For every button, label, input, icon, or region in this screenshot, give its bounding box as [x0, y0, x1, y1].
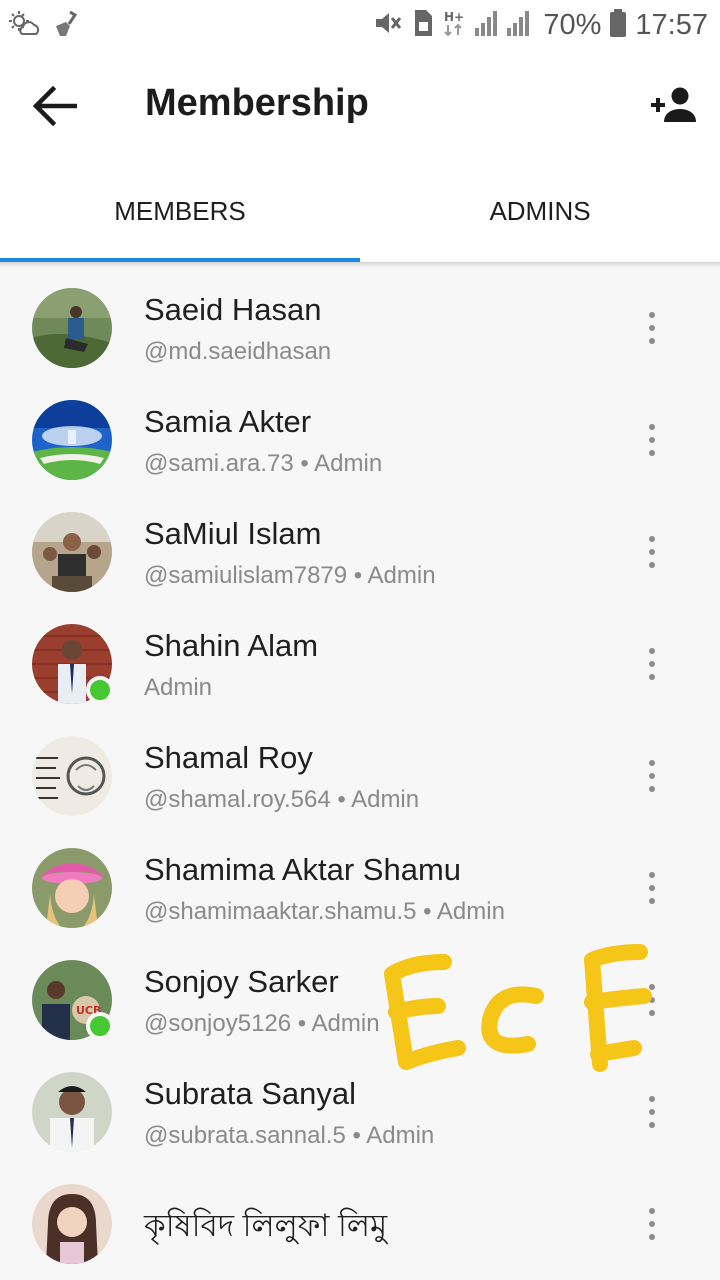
battery-icon: [609, 8, 627, 43]
more-vert-icon: [649, 760, 655, 766]
signal-icon: [473, 8, 535, 43]
member-name: Saeid Hasan: [144, 292, 322, 327]
member-row[interactable]: কৃষিবিদ লিলুফা লিমু: [0, 1168, 720, 1280]
member-username: @shamimaaktar.shamu.5 • Admin: [144, 898, 505, 925]
member-username: @md.saeidhasan: [144, 338, 332, 365]
member-username: @sonjoy5126 • Admin: [144, 1010, 380, 1037]
sim-icon: [411, 8, 435, 43]
member-name: Sonjoy Sarker: [144, 964, 339, 999]
add-member-button[interactable]: [642, 74, 706, 138]
member-name: কৃষিবিদ লিলুফা লিমু: [144, 1208, 388, 1243]
member-username: @subrata.sannal.5 • Admin: [144, 1122, 435, 1149]
clock: 17:57: [635, 9, 708, 41]
ece-watermark: [384, 944, 652, 1072]
more-vert-icon: [649, 424, 655, 430]
member-username: @sami.ara.73 • Admin: [144, 450, 383, 477]
more-options-button[interactable]: [636, 1204, 668, 1244]
more-options-button[interactable]: [636, 868, 668, 908]
mute-icon: [373, 8, 403, 43]
member-name: Shamima Aktar Shamu: [144, 852, 462, 887]
avatar: [32, 288, 112, 368]
more-vert-icon: [649, 1208, 655, 1214]
avatar: [32, 848, 112, 928]
online-indicator: [86, 1012, 114, 1040]
member-row[interactable]: Saeid Hasan @md.saeidhasan: [0, 272, 720, 384]
more-vert-icon: [649, 312, 655, 318]
avatar: [32, 1072, 112, 1152]
member-list: Saeid Hasan @md.saeidhasan Samia Akter @…: [0, 272, 720, 1280]
member-username: @shamal.roy.564 • Admin: [144, 786, 420, 813]
avatar: [32, 1184, 112, 1264]
member-row[interactable]: Shamima Aktar Shamu @shamimaaktar.shamu.…: [0, 832, 720, 944]
more-options-button[interactable]: [636, 644, 668, 684]
tab-bar: MEMBERS ADMINS: [0, 160, 720, 262]
more-vert-icon: [649, 872, 655, 878]
member-name: Samia Akter: [144, 404, 312, 439]
member-username: Admin: [144, 674, 213, 701]
weather-icon: [8, 10, 42, 43]
status-bar: H+ 70% 17:57: [0, 0, 720, 52]
svg-text:H+: H+: [444, 10, 464, 24]
more-options-button[interactable]: [636, 532, 668, 572]
avatar: [32, 736, 112, 816]
avatar: [32, 512, 112, 592]
back-button[interactable]: [22, 74, 86, 138]
member-row[interactable]: Shahin Alam Admin: [0, 608, 720, 720]
cleaner-icon: [52, 10, 78, 43]
network-type: H+: [443, 8, 465, 43]
more-vert-icon: [649, 648, 655, 654]
more-options-button[interactable]: [636, 420, 668, 460]
battery-percent: 70%: [543, 9, 602, 41]
app-bar: Membership: [0, 52, 720, 160]
avatar: [32, 400, 112, 480]
member-row[interactable]: Shamal Roy @shamal.roy.564 • Admin: [0, 720, 720, 832]
online-indicator: [86, 676, 114, 704]
more-options-button[interactable]: [636, 308, 668, 348]
member-name: SaMiul Islam: [144, 516, 322, 551]
tab-shadow: [0, 262, 720, 268]
tab-members[interactable]: MEMBERS: [0, 160, 360, 262]
member-name: Shamal Roy: [144, 740, 313, 775]
more-options-button[interactable]: [636, 1092, 668, 1132]
arrow-left-icon: [32, 86, 77, 126]
more-options-button[interactable]: [636, 756, 668, 796]
more-vert-icon: [649, 536, 655, 542]
tab-admins[interactable]: ADMINS: [360, 160, 720, 262]
page-title: Membership: [145, 82, 369, 124]
more-vert-icon: [649, 1096, 655, 1102]
member-name: Shahin Alam: [144, 628, 319, 663]
member-username: @samiulislam7879 • Admin: [144, 562, 436, 589]
member-row[interactable]: SaMiul Islam @samiulislam7879 • Admin: [0, 496, 720, 608]
member-row[interactable]: Samia Akter @sami.ara.73 • Admin: [0, 384, 720, 496]
member-name: Subrata Sanyal: [144, 1076, 356, 1111]
add-person-icon: [651, 87, 696, 122]
